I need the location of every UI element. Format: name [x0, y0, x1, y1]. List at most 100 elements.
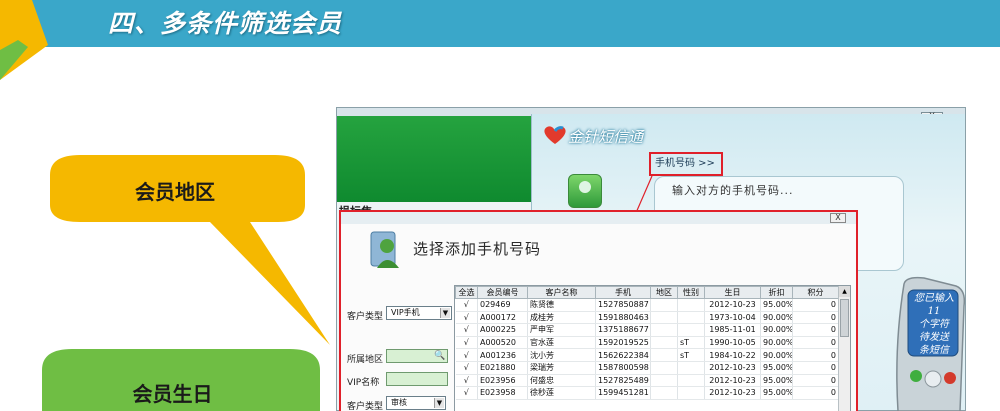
row-checkbox[interactable]: √	[455, 361, 478, 375]
callout-region-label: 会员地区	[135, 180, 215, 204]
cell-birthday: 1985-11-01	[704, 323, 761, 337]
column-points[interactable]: 积分	[792, 286, 839, 299]
filter-customer-type-label: 客户类型	[347, 312, 384, 322]
cell-member-id: A000520	[477, 336, 528, 350]
cell-region	[650, 361, 678, 375]
cell-customer-name: 梁瑞芳	[527, 361, 596, 375]
cell-gender	[677, 298, 705, 312]
cell-member-id: E023958	[477, 386, 528, 400]
cell-phone: 1592019525	[595, 336, 651, 350]
cell-points: 0	[792, 348, 839, 362]
table-row[interactable]: √ E021880 梁瑞芳 1587800598 2012-10-23 95.00% 0	[455, 361, 839, 375]
vip-name-input[interactable]	[386, 372, 448, 386]
cell-member-id: A000225	[477, 323, 528, 337]
table-row[interactable]: √ A000225 严申军 1375188677 1985-11-01 90.00% 0	[455, 323, 839, 337]
cell-discount: 90.00%	[760, 336, 793, 350]
cell-member-id: A001236	[477, 348, 528, 362]
contact-icon	[568, 174, 602, 208]
cell-birthday: 1973-10-04	[704, 311, 761, 325]
cell-gender: sT	[677, 336, 705, 350]
chevron-down-icon: ▼	[434, 398, 444, 408]
cell-discount: 95.00%	[760, 374, 793, 388]
cell-region	[650, 374, 678, 388]
cell-discount: 90.00%	[760, 348, 793, 362]
cell-points: 0	[792, 336, 839, 350]
cell-gender	[677, 323, 705, 337]
cell-phone: 1562622384	[595, 348, 651, 362]
scroll-up-arrow-icon[interactable]: ▲	[839, 286, 850, 297]
dialog-titlebar	[341, 212, 856, 224]
cell-phone: 1527825489	[595, 374, 651, 388]
cell-member-id: E023956	[477, 374, 528, 388]
cell-member-id: E021880	[477, 361, 528, 375]
table-row[interactable]: √ A001236 沈小芳 1562622384 sT 1984-10-22 90.00% 0	[455, 348, 839, 362]
table-row[interactable]: √ A000520 官水莲 1592019525 sT 1990-10-05 90.00% 0	[455, 336, 839, 350]
cell-customer-name: 陈贤德	[527, 298, 596, 312]
cell-discount: 90.00%	[760, 311, 793, 325]
table-row[interactable]: √ A000172 成桂芳 1591880463 1973-10-04 90.00% 0	[455, 311, 839, 325]
row-checkbox[interactable]: √	[455, 386, 478, 400]
column-region[interactable]: 地区	[650, 286, 678, 299]
cell-points: 0	[792, 374, 839, 388]
cell-region	[650, 386, 678, 400]
cell-customer-name: 沈小芳	[527, 348, 596, 362]
audit-status-select[interactable]: 审核 ▼	[386, 396, 446, 410]
customer-type-select[interactable]: VIP手机 ▼	[386, 306, 452, 320]
column-gender[interactable]: 性别	[677, 286, 705, 299]
cell-points: 0	[792, 298, 839, 312]
cellphone-screen-text: 您已输入 11 个字符 待发送 条短信	[911, 292, 957, 357]
row-checkbox[interactable]: √	[455, 323, 478, 337]
cell-birthday: 2012-10-23	[704, 386, 761, 400]
cell-customer-name: 官水莲	[527, 336, 596, 350]
cell-gender	[677, 311, 705, 325]
filter-region-label: 所属地区	[347, 355, 384, 365]
phone-number-placeholder: 输入对方的手机号码...	[672, 184, 794, 197]
column-discount[interactable]: 折扣	[760, 286, 793, 299]
row-checkbox[interactable]: √	[455, 336, 478, 350]
callout-birthday-label: 会员生日	[132, 382, 213, 406]
scroll-thumb[interactable]	[840, 299, 849, 337]
column-birthday[interactable]: 生日	[704, 286, 761, 299]
app-green-panel	[337, 116, 531, 202]
cell-points: 0	[792, 361, 839, 375]
row-checkbox[interactable]: √	[455, 311, 478, 325]
cell-member-id: A000172	[477, 311, 528, 325]
filter-customer-type-label-2: 客户类型	[347, 402, 384, 411]
cell-customer-name: 成桂芳	[527, 311, 596, 325]
cell-discount: 95.00%	[760, 298, 793, 312]
row-checkbox[interactable]: √	[455, 298, 478, 312]
screen-line: 您已输入	[914, 293, 954, 304]
cell-phone: 1527850887	[595, 298, 651, 312]
row-checkbox[interactable]: √	[455, 348, 478, 362]
column-select-all[interactable]: 全选	[455, 286, 478, 299]
table-row[interactable]: √ 029469 陈贤德 1527850887 2012-10-23 95.00% 0	[455, 298, 839, 312]
table-scrollbar[interactable]: ▲	[838, 286, 850, 411]
cell-phone: 1599451281	[595, 386, 651, 400]
audit-status-value: 审核	[391, 398, 407, 407]
cell-region	[650, 311, 678, 325]
cell-birthday: 2012-10-23	[704, 298, 761, 312]
dialog-close-button[interactable]: X	[830, 213, 846, 223]
cell-points: 0	[792, 386, 839, 400]
cell-phone: 1375188677	[595, 323, 651, 337]
cell-discount: 95.00%	[760, 361, 793, 375]
table-row[interactable]: √ E023956 何盛忠 1527825489 2012-10-23 95.00% 0	[455, 374, 839, 388]
phone-number-tab[interactable]: 手机号码 >>	[649, 152, 723, 176]
cell-customer-name: 严申军	[527, 323, 596, 337]
region-input[interactable]: 🔍	[386, 349, 448, 363]
cell-gender	[677, 386, 705, 400]
row-checkbox[interactable]: √	[455, 374, 478, 388]
column-customer-name[interactable]: 客户名称	[527, 286, 596, 299]
search-icon[interactable]: 🔍	[434, 350, 446, 362]
screen-line: 条短信	[919, 345, 949, 356]
cell-points: 0	[792, 323, 839, 337]
column-member-id[interactable]: 会员编号	[477, 286, 528, 299]
cell-region	[650, 336, 678, 350]
customer-type-value: VIP手机	[391, 308, 420, 317]
table-row[interactable]: √ E023958 徐秒莲 1599451281 2012-10-23 95.00% 0	[455, 386, 839, 400]
screen-line: 待发送	[919, 332, 949, 343]
column-phone[interactable]: 手机	[595, 286, 651, 299]
cell-phone: 1587800598	[595, 361, 651, 375]
sms-app-title: 金针短信通	[568, 128, 644, 146]
cell-discount: 90.00%	[760, 323, 793, 337]
